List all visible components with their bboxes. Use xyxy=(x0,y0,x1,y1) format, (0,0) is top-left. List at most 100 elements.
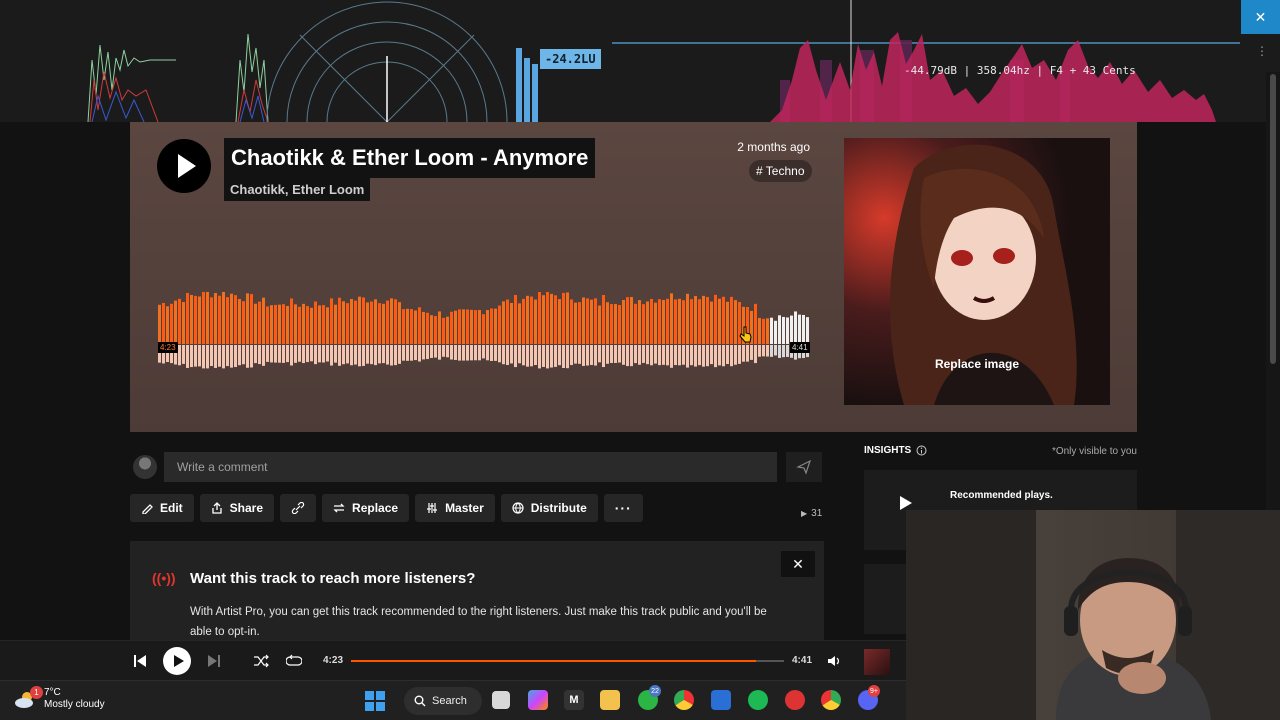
waveform-bar xyxy=(734,300,737,344)
spotify-icon[interactable] xyxy=(748,690,768,710)
waveform-bar xyxy=(514,294,517,344)
app-red-icon[interactable] xyxy=(785,690,805,710)
shuffle-icon[interactable] xyxy=(253,654,269,668)
waveform-bar xyxy=(426,312,429,344)
store-icon[interactable] xyxy=(711,690,731,710)
waveform-bar xyxy=(538,292,541,344)
now-playing-thumbnail[interactable] xyxy=(864,649,890,675)
track-hero: Chaotikk & Ether Loom - Anymore Chaotikk… xyxy=(130,122,1137,432)
waveform-bar xyxy=(478,309,481,344)
distribute-label: Distribute xyxy=(530,501,587,515)
replace-button[interactable]: Replace xyxy=(322,494,410,522)
promo-close-button[interactable]: ✕ xyxy=(781,551,815,577)
distribute-button[interactable]: Distribute xyxy=(500,494,598,522)
copilot-icon[interactable] xyxy=(528,690,548,710)
waveform-reflection-bar xyxy=(486,345,489,361)
waveform-bar xyxy=(626,297,629,344)
waveform-reflection-bar xyxy=(430,345,433,358)
hero-play-button[interactable] xyxy=(157,139,211,193)
waveform-bar xyxy=(642,304,645,344)
copy-link-button[interactable] xyxy=(280,494,317,522)
weather-notification-badge: 1 xyxy=(30,686,43,699)
player-progress-bar[interactable] xyxy=(351,660,784,662)
send-comment-button[interactable] xyxy=(786,452,822,482)
track-artist[interactable]: Chaotikk, Ether Loom xyxy=(224,178,371,201)
chrome-profile-icon[interactable] xyxy=(821,690,841,710)
app-m-icon[interactable]: M xyxy=(564,690,584,710)
waveform-reflection-bar xyxy=(738,345,741,364)
waveform-reflection-bar xyxy=(606,345,609,364)
waveform-reflection-bar xyxy=(246,345,249,368)
repeat-icon[interactable] xyxy=(286,654,302,668)
replace-image-label[interactable]: Replace image xyxy=(844,357,1110,371)
waveform-bar xyxy=(754,303,757,344)
play-count-icon: ▶ xyxy=(801,509,808,518)
next-track-button[interactable] xyxy=(206,653,222,669)
previous-track-button[interactable] xyxy=(132,653,148,669)
waveform-reflection-bar xyxy=(682,345,685,365)
waveform-bar xyxy=(566,292,569,344)
waveform-bar xyxy=(274,304,277,344)
waveform-bar xyxy=(778,315,781,344)
edit-button[interactable]: Edit xyxy=(130,494,194,522)
waveform-bar xyxy=(178,298,181,344)
waveform-bar xyxy=(186,292,189,344)
windows-start-icon[interactable] xyxy=(365,691,385,711)
weather-widget[interactable]: 1 7°C Mostly cloudy xyxy=(14,686,105,711)
waveform-reflection-bar xyxy=(330,345,333,366)
waveform-bar xyxy=(554,295,557,344)
taskbar-search[interactable]: Search xyxy=(404,687,482,715)
waveform-bar xyxy=(582,297,585,344)
track-title: Chaotikk & Ether Loom - Anymore xyxy=(224,138,596,178)
share-button[interactable]: Share xyxy=(199,494,275,522)
pitch-readout: -44.79dB | 358.04hz | F4 + 43 Cents xyxy=(904,64,1136,77)
waveform-bar xyxy=(706,296,709,344)
waveform-bar xyxy=(806,317,809,344)
waveform-reflection-bar xyxy=(462,345,465,361)
waveform-bar xyxy=(214,293,217,344)
insights-title: INSIGHTS xyxy=(864,445,912,456)
waveform-bar xyxy=(770,317,773,344)
more-button[interactable]: ··· xyxy=(603,494,643,522)
waveform-reflection-bar xyxy=(778,345,781,358)
waveform-reflection-bar xyxy=(594,345,597,366)
comment-input[interactable] xyxy=(164,452,777,482)
cover-artwork[interactable]: Replace image xyxy=(844,138,1110,405)
master-button[interactable]: Master xyxy=(415,494,495,522)
waveform-reflection-bar xyxy=(710,345,713,365)
file-explorer-icon[interactable] xyxy=(600,690,620,710)
info-icon[interactable] xyxy=(916,445,927,456)
waveform-reflection-bar xyxy=(490,345,493,361)
waveform[interactable] xyxy=(158,292,810,374)
waveform-reflection-bar xyxy=(722,345,725,367)
task-view-icon[interactable] xyxy=(492,691,510,709)
player-play-button[interactable] xyxy=(163,647,191,675)
waveform-reflection-bar xyxy=(426,345,429,360)
volume-icon[interactable] xyxy=(826,653,842,669)
analyzer-visualization xyxy=(87,0,1240,122)
waveform-reflection-bar xyxy=(610,345,613,363)
waveform-reflection-bar xyxy=(422,345,425,360)
waveform-reflection-bar xyxy=(434,345,437,358)
waveform-bar xyxy=(174,300,177,344)
waveform-reflection-bar xyxy=(310,345,313,362)
waveform-reflection-bar xyxy=(386,345,389,365)
waveform-reflection-bar xyxy=(342,345,345,365)
scrollbar-thumb[interactable] xyxy=(1270,74,1276,364)
waveform-bar xyxy=(358,296,361,344)
waveform-bar xyxy=(370,301,373,344)
webcam-overlay xyxy=(906,510,1280,720)
link-icon xyxy=(291,502,305,514)
waveform-reflection-bar xyxy=(638,345,641,365)
kebab-icon[interactable]: ⋮ xyxy=(1256,44,1268,58)
waveform-bar xyxy=(330,298,333,344)
waveform-bar xyxy=(710,301,713,344)
upload-age: 2 months ago xyxy=(737,140,810,154)
close-icon[interactable]: ✕ xyxy=(1241,0,1280,34)
chrome-icon[interactable] xyxy=(674,690,694,710)
waveform-reflection-bar xyxy=(318,345,321,363)
waveform-reflection-bar xyxy=(358,345,361,367)
genre-tag[interactable]: # Techno xyxy=(749,160,812,182)
waveform-reflection-bar xyxy=(514,345,517,368)
player-duration: 4:41 xyxy=(792,655,813,666)
